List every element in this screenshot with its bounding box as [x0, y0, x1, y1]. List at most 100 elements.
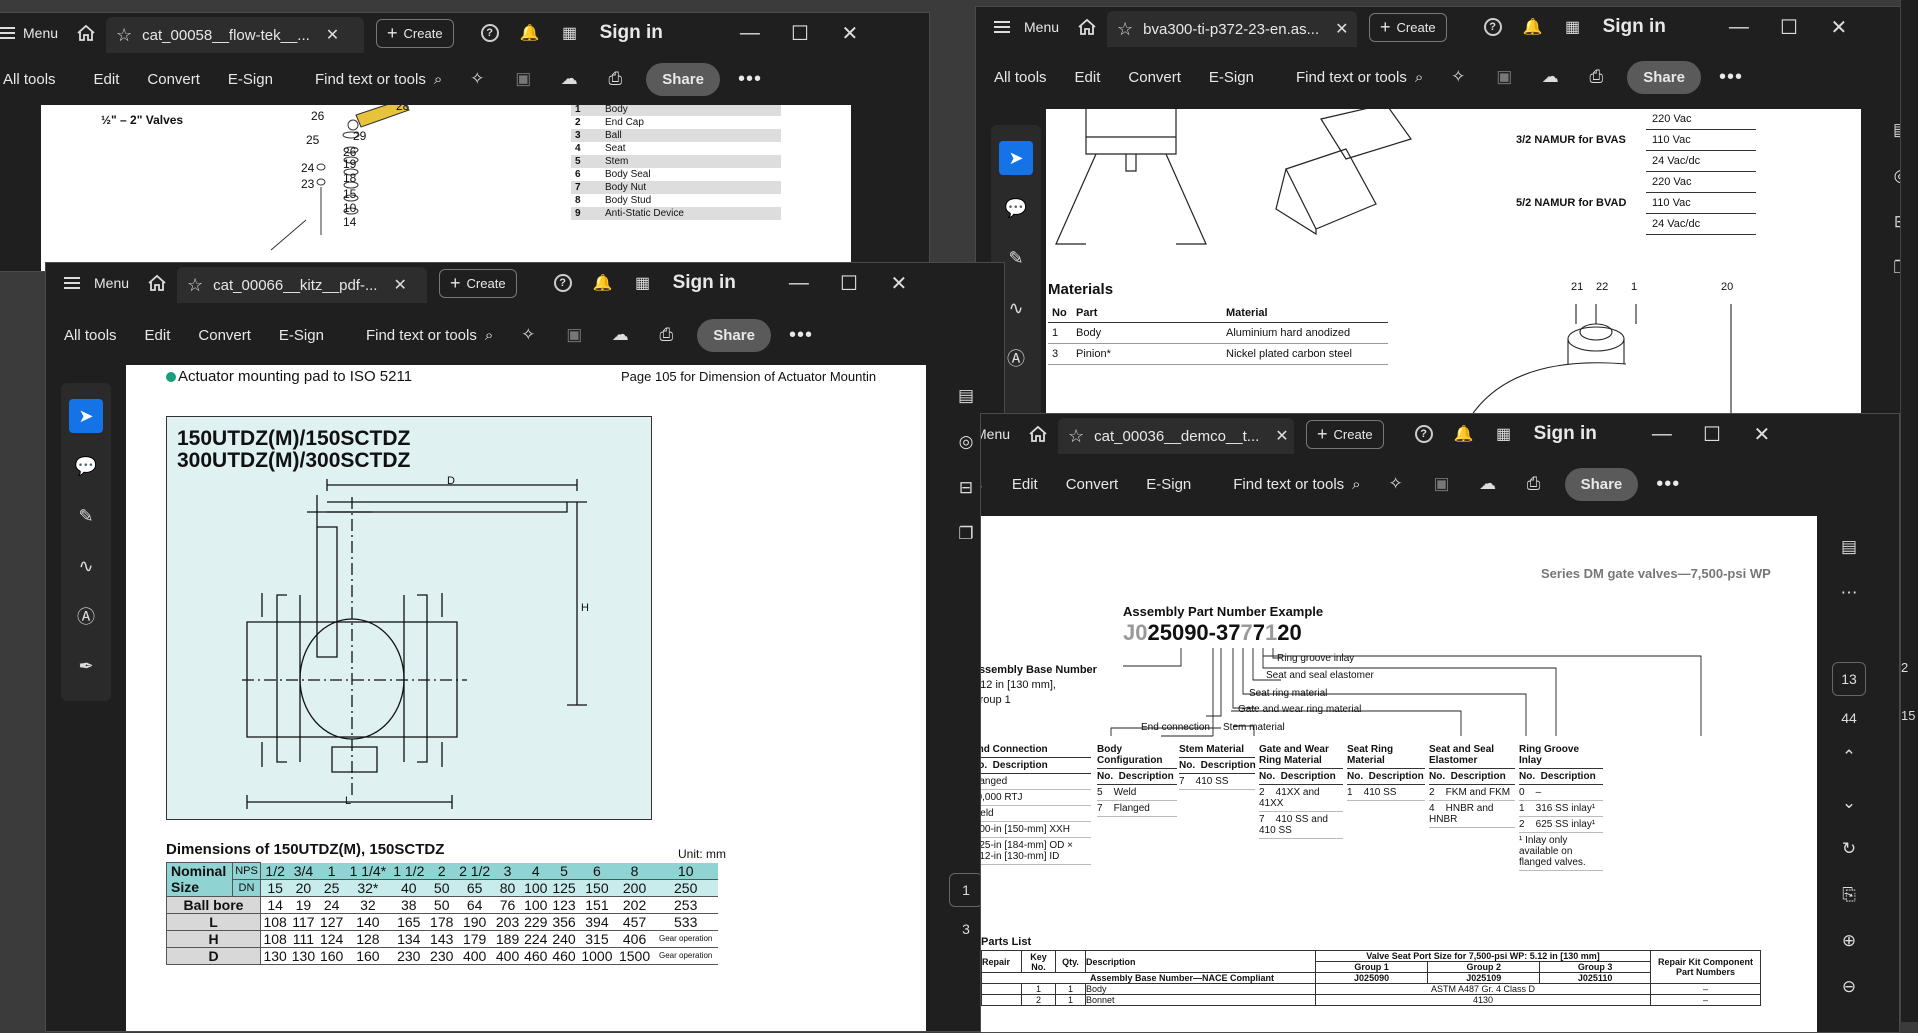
close-icon[interactable]: ✕	[1814, 15, 1864, 40]
comment-tool-icon[interactable]: 💬	[999, 191, 1033, 225]
convert-menu[interactable]: Convert	[1116, 69, 1193, 86]
all-tools-menu[interactable]: All tools	[52, 327, 129, 344]
tab-document[interactable]: ☆ cat_00036__demco__t... ✕	[1058, 418, 1295, 454]
ai-assistant-icon[interactable]: ✧	[466, 68, 488, 90]
select-tool-icon[interactable]: ➤	[69, 399, 103, 433]
convert-menu[interactable]: Convert	[135, 71, 212, 88]
all-tools-menu[interactable]: ls	[981, 476, 994, 493]
star-icon[interactable]: ☆	[1117, 19, 1133, 40]
save-icon[interactable]: ▣	[563, 324, 585, 346]
ai-assistant-icon[interactable]: ✧	[517, 324, 539, 346]
find-tools[interactable]: Find text or tools ⌕	[1233, 476, 1360, 493]
bell-icon[interactable]: 🔔	[520, 23, 540, 43]
convert-menu[interactable]: Convert	[186, 327, 263, 344]
comment-panel-icon[interactable]: ▤	[1836, 534, 1862, 560]
create-button[interactable]: + Create	[1306, 419, 1384, 449]
edit-menu[interactable]: Edit	[1000, 476, 1050, 493]
upload-icon[interactable]: ☁	[609, 324, 631, 346]
close-icon[interactable]: ✕	[874, 271, 924, 296]
edit-menu[interactable]: Edit	[1063, 69, 1113, 86]
highlight-tool-icon[interactable]: ✎	[69, 499, 103, 533]
current-page-field[interactable]: 1	[949, 873, 983, 907]
apps-icon[interactable]: ▦	[560, 23, 580, 43]
create-button[interactable]: + Create	[439, 268, 517, 298]
apps-icon[interactable]: ▦	[1494, 424, 1514, 444]
bell-icon[interactable]: 🔔	[1454, 424, 1474, 444]
ai-assistant-icon[interactable]: ✧	[1447, 66, 1469, 88]
ai-assistant-icon[interactable]: ✧	[1385, 473, 1407, 495]
apps-icon[interactable]: ▦	[1563, 17, 1583, 37]
menu-button[interactable]: Menu	[0, 13, 66, 53]
minimize-icon[interactable]: —	[725, 22, 775, 45]
convert-menu[interactable]: Convert	[1054, 476, 1131, 493]
page-down-icon[interactable]: ⌄	[1836, 790, 1862, 816]
create-button[interactable]: + Create	[1369, 12, 1447, 42]
print-icon[interactable]: ⎙	[1585, 66, 1607, 88]
text-tool-icon[interactable]: Ⓐ	[69, 599, 103, 633]
help-icon[interactable]: ?	[1483, 17, 1503, 37]
more-icon[interactable]: •••	[789, 324, 813, 347]
upload-icon[interactable]: ☁	[1477, 473, 1499, 495]
sign-in-button[interactable]: Sign in	[673, 272, 736, 294]
upload-icon[interactable]: ☁	[558, 68, 580, 90]
share-button[interactable]: Share	[1627, 60, 1701, 94]
annotations-icon[interactable]: ◎	[953, 429, 979, 455]
find-tools[interactable]: Find text or tools ⌕	[1296, 69, 1423, 86]
help-icon[interactable]: ?	[1414, 424, 1434, 444]
esign-menu[interactable]: E-Sign	[267, 327, 336, 344]
menu-button[interactable]: Menu	[981, 414, 1018, 454]
bell-icon[interactable]: 🔔	[1523, 17, 1543, 37]
save-icon[interactable]: ▣	[1493, 66, 1515, 88]
close-icon[interactable]: ✕	[1737, 422, 1787, 447]
help-icon[interactable]: ?	[480, 23, 500, 43]
print-icon[interactable]: ⎙	[604, 68, 626, 90]
create-button[interactable]: + Create	[376, 18, 454, 48]
home-icon[interactable]	[1028, 425, 1048, 443]
maximize-icon[interactable]: ☐	[1764, 15, 1814, 40]
edit-menu[interactable]: Edit	[82, 71, 132, 88]
tab-document[interactable]: ☆ cat_00066__kitz__pdf-... ✕	[177, 267, 428, 303]
all-tools-menu[interactable]: All tools	[982, 69, 1059, 86]
pages-icon[interactable]: ❐	[953, 521, 979, 547]
tab-document[interactable]: ☆ cat_00058__flow-tek__... ✕	[106, 17, 365, 53]
find-tools[interactable]: Find text or tools ⌕	[366, 327, 493, 344]
share-button[interactable]: Share	[1564, 467, 1639, 501]
close-tab-icon[interactable]: ✕	[1335, 19, 1348, 39]
close-tab-icon[interactable]: ✕	[1275, 426, 1288, 446]
share-button[interactable]: Share	[646, 62, 720, 96]
more-options-icon[interactable]: ⋯	[1836, 580, 1862, 606]
sign-tool-icon[interactable]: ✒	[69, 649, 103, 683]
esign-menu[interactable]: E-Sign	[1197, 69, 1266, 86]
help-icon[interactable]: ?	[553, 273, 573, 293]
star-icon[interactable]: ☆	[1068, 426, 1084, 447]
minimize-icon[interactable]: —	[1714, 16, 1764, 39]
more-icon[interactable]: •••	[1719, 66, 1743, 89]
page-up-icon[interactable]: ⌃	[1836, 744, 1862, 770]
sign-in-button[interactable]: Sign in	[1603, 16, 1666, 38]
comment-tool-icon[interactable]: 💬	[69, 449, 103, 483]
minimize-icon[interactable]: —	[1637, 423, 1687, 446]
bookmark-icon[interactable]: ⊟	[953, 475, 979, 501]
esign-menu[interactable]: E-Sign	[1134, 476, 1203, 493]
close-icon[interactable]: ✕	[825, 21, 875, 46]
zoom-out-icon[interactable]: ⊖	[1836, 974, 1862, 1000]
menu-button[interactable]: Menu	[976, 7, 1067, 47]
all-tools-menu[interactable]: All tools	[0, 71, 68, 88]
home-icon[interactable]	[76, 24, 96, 42]
minimize-icon[interactable]: —	[774, 272, 824, 295]
star-icon[interactable]: ☆	[187, 275, 203, 296]
print-icon[interactable]: ⎙	[1523, 473, 1545, 495]
upload-icon[interactable]: ☁	[1539, 66, 1561, 88]
home-icon[interactable]	[147, 274, 167, 292]
close-tab-icon[interactable]: ✕	[393, 275, 406, 295]
sign-in-button[interactable]: Sign in	[600, 22, 663, 44]
esign-menu[interactable]: E-Sign	[216, 71, 285, 88]
tab-document[interactable]: ☆ bva300-ti-p372-23-en.as... ✕	[1107, 11, 1358, 47]
apps-icon[interactable]: ▦	[633, 273, 653, 293]
draw-tool-icon[interactable]: ∿	[69, 549, 103, 583]
menu-button[interactable]: Menu	[46, 263, 137, 303]
extract-icon[interactable]: ⎘	[1836, 882, 1862, 908]
edit-menu[interactable]: Edit	[133, 327, 183, 344]
share-button[interactable]: Share	[697, 318, 771, 352]
zoom-in-icon[interactable]: ⊕	[1836, 928, 1862, 954]
